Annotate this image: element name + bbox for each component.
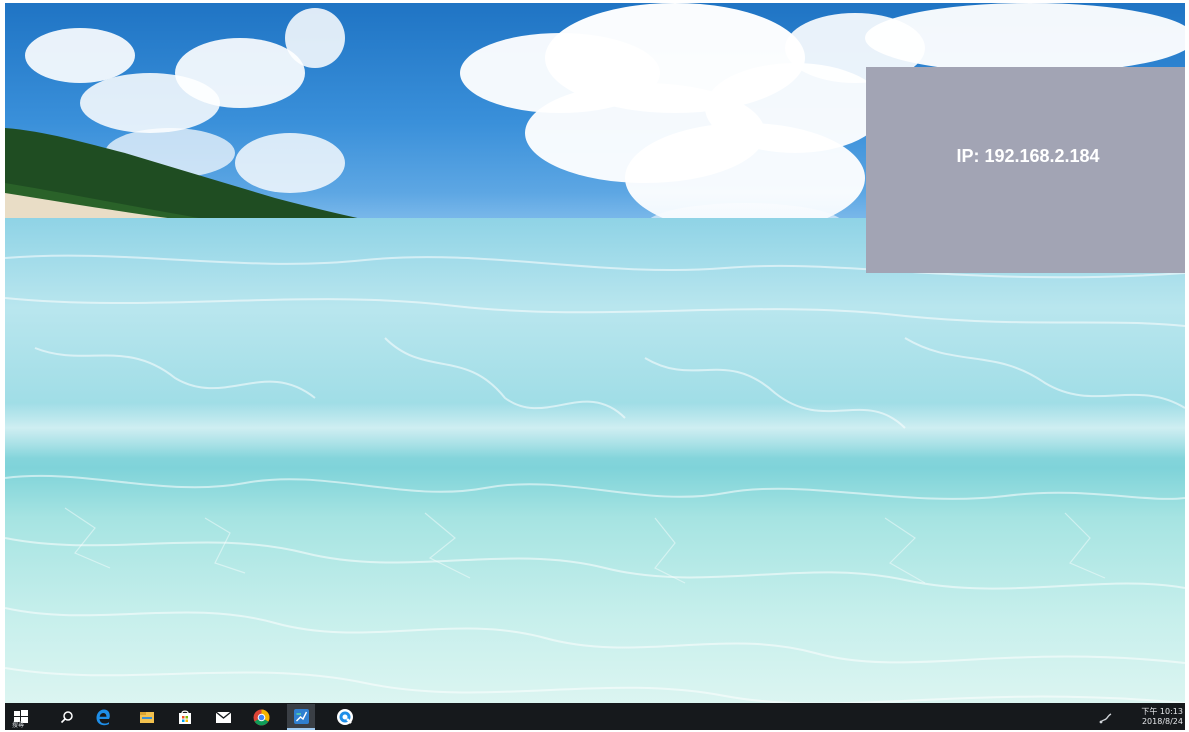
ip-address-text: IP: 192.168.2.184 bbox=[956, 145, 1100, 166]
search-icon[interactable] bbox=[53, 704, 81, 730]
clock-date: 2018/8/24 bbox=[1141, 717, 1183, 726]
desktop-screen: IP: 192.168.2.184 搜尋 下午 10:13 2018/8/24 bbox=[5, 3, 1185, 730]
chrome-icon[interactable] bbox=[247, 704, 275, 730]
ip-info-panel: IP: 192.168.2.184 bbox=[866, 67, 1185, 273]
clock-time: 下午 10:13 bbox=[1141, 707, 1183, 716]
teamviewer-icon[interactable] bbox=[287, 704, 315, 730]
mail-icon[interactable] bbox=[209, 704, 237, 730]
store-icon[interactable] bbox=[171, 704, 199, 730]
water-surface-line bbox=[5, 403, 1185, 458]
water-caustics bbox=[5, 254, 1185, 705]
start-label: 搜尋 bbox=[12, 722, 25, 729]
file-explorer-icon[interactable] bbox=[133, 704, 161, 730]
network-icon[interactable] bbox=[1099, 711, 1113, 729]
edge-icon[interactable] bbox=[89, 704, 117, 730]
blue-circle-app-icon[interactable] bbox=[331, 704, 359, 730]
system-clock[interactable]: 下午 10:13 2018/8/24 bbox=[1125, 707, 1183, 727]
taskbar: 搜尋 下午 10:13 2018/8/24 bbox=[5, 703, 1185, 730]
